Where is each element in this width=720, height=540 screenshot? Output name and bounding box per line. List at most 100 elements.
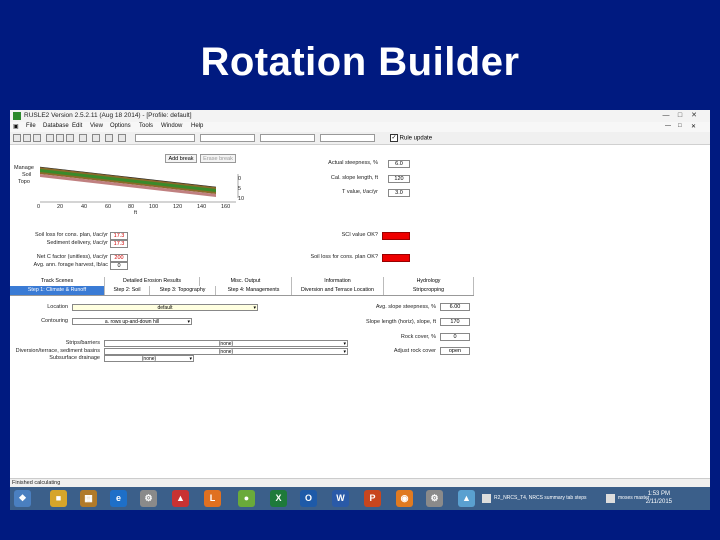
rule-update-toggle[interactable]: ✓ Rule update <box>390 134 432 142</box>
add-break-button[interactable]: Add break <box>165 154 197 163</box>
tab-stripcropping[interactable]: Stripcropping <box>384 286 474 295</box>
chevron-down-icon: ▾ <box>253 305 256 311</box>
tab-information[interactable]: Information <box>292 277 384 286</box>
explorer-icon[interactable]: ▦ <box>80 490 97 507</box>
firefox-icon[interactable]: ◉ <box>396 490 413 507</box>
strips-select[interactable]: (none) ▾ <box>104 340 348 347</box>
toolbar-select-4[interactable] <box>320 134 375 142</box>
t-value-field: 3.0 <box>388 189 410 197</box>
avg-slope-input[interactable]: 6.00 <box>440 303 470 311</box>
child-restore-icon[interactable]: □ <box>678 123 682 129</box>
copy-icon[interactable] <box>56 134 64 142</box>
lync-icon[interactable]: L <box>204 490 221 507</box>
child-close-icon[interactable]: ✕ <box>691 123 696 130</box>
toolbar-select-1[interactable] <box>135 134 195 142</box>
tabs-row-2: Step 1: Climate & Runoff Step 2: Soil St… <box>10 286 474 296</box>
paste-icon[interactable] <box>66 134 74 142</box>
tab-step-3[interactable]: Step 3: Topography <box>150 286 216 295</box>
menu-options[interactable]: Options <box>110 123 131 129</box>
slope-length-input[interactable]: 120 <box>388 175 410 183</box>
menu-file[interactable]: File <box>26 123 36 129</box>
subsurface-value: (none) <box>141 356 157 362</box>
menu-bar: ▣ File Database Edit View Options Tools … <box>10 122 710 132</box>
menu-view[interactable]: View <box>90 123 103 129</box>
menu-help[interactable]: Help <box>191 123 203 129</box>
soil-loss-value: 17.3 <box>110 232 128 240</box>
subsurface-select[interactable]: (none) ▾ <box>104 355 194 362</box>
maximize-icon[interactable]: □ <box>674 111 686 120</box>
subsurface-label: Subsurface drainage <box>49 355 100 361</box>
taskbar-window-2-label: moses master 01292015 <box>618 495 650 501</box>
chevron-down-icon: ▾ <box>187 319 190 325</box>
tab-hydrology[interactable]: Hydrology <box>384 277 474 286</box>
tab-step-1[interactable]: Step 1: Climate & Runoff <box>10 286 105 295</box>
toolbar-select-2[interactable] <box>200 134 255 142</box>
toolbar-select-3[interactable] <box>260 134 315 142</box>
save-icon[interactable] <box>23 134 31 142</box>
tab-step-4[interactable]: Step 4: Managements <box>216 286 292 295</box>
child-minimize-icon[interactable]: — <box>665 123 671 129</box>
actual-steepness-input[interactable]: 6.0 <box>388 160 410 168</box>
rule-update-label: Rule update <box>399 135 433 142</box>
menu-window[interactable]: Window <box>161 123 182 129</box>
location-label: Location <box>47 304 68 310</box>
x-tick: 120 <box>173 204 183 210</box>
adjust-rock-cover-label: Adjust rock cover <box>393 348 436 354</box>
window-title: RUSLE2 Version 2.5.2.11 (Aug 18 2014) - … <box>24 112 192 119</box>
tab-diversion-terrace[interactable]: Diversion and Terrace Location <box>292 286 384 295</box>
open-icon[interactable] <box>13 134 21 142</box>
slide-title: Rotation Builder <box>200 40 520 84</box>
menu-icon[interactable]: ▣ <box>13 123 19 130</box>
taskbar-window-1[interactable]: R2_NRCS_T4, NRCS summary tab steps 12192… <box>482 491 602 506</box>
net-c-label: Net C factor (unitless), t/ac/yr <box>36 254 108 260</box>
x-tick: 160 <box>221 204 231 210</box>
topo-label: Topo <box>18 179 30 185</box>
clock-time: 1:53 PM <box>647 491 671 497</box>
close-icon[interactable]: ✕ <box>688 111 700 120</box>
tab-track-scenes[interactable]: Track Scenes <box>10 277 105 286</box>
erase-break-button[interactable]: Erase break <box>200 154 236 163</box>
slope-length-label: Cal. slope length, ft <box>330 175 378 181</box>
diversion-select[interactable]: (none) ▾ <box>104 348 348 355</box>
tab-misc-output[interactable]: Misc. Output <box>200 277 292 286</box>
menu-tools[interactable]: Tools <box>139 123 153 129</box>
contouring-select[interactable]: a. rows up-and-down hill ▾ <box>72 318 192 325</box>
start-icon[interactable]: ❖ <box>14 490 31 507</box>
chart-icon[interactable] <box>92 134 100 142</box>
window-icon <box>606 494 615 503</box>
excel-icon[interactable]: X <box>270 490 287 507</box>
pdf-icon[interactable]: ▲ <box>172 490 189 507</box>
soil-label: Soil <box>22 172 32 178</box>
cut-icon[interactable] <box>46 134 54 142</box>
soil-loss-ok-label: Soil loss for cons. plan OK? <box>310 254 378 260</box>
tools-icon[interactable]: ⚙ <box>140 490 157 507</box>
location-select[interactable]: default ▾ <box>72 304 258 311</box>
word-icon[interactable]: W <box>332 490 349 507</box>
right-tick: 0 <box>238 176 242 182</box>
rusle2-icon[interactable]: ▲ <box>458 490 475 507</box>
minimize-icon[interactable]: — <box>660 111 672 120</box>
adjust-rock-cover-button[interactable]: open <box>440 347 470 355</box>
outlook-icon[interactable]: O <box>300 490 317 507</box>
settings-icon[interactable]: ⚙ <box>426 490 443 507</box>
print-icon[interactable] <box>33 134 41 142</box>
help-icon[interactable] <box>118 134 126 142</box>
tool-icon[interactable] <box>105 134 113 142</box>
soil-loss-label: Soil loss for cons. plan, t/ac/yr <box>34 232 108 238</box>
tab-step-2[interactable]: Step 2: Soil <box>105 286 150 295</box>
forage-harvest-value: 0 <box>110 262 128 270</box>
powerpoint-icon[interactable]: P <box>364 490 381 507</box>
internet-explorer-icon[interactable]: e <box>110 490 127 507</box>
tab-detailed-erosion[interactable]: Detailed Erosion Results <box>105 277 200 286</box>
undo-icon[interactable] <box>79 134 87 142</box>
rock-cover-input[interactable]: 0 <box>440 333 470 341</box>
checkbox-icon[interactable]: ✓ <box>390 134 398 142</box>
green-app-icon[interactable]: ● <box>238 490 255 507</box>
slope-length-horiz-input[interactable]: 170 <box>440 318 470 326</box>
diversion-value: (none) <box>218 349 234 355</box>
menu-database[interactable]: Database <box>43 123 69 129</box>
menu-edit[interactable]: Edit <box>72 123 82 129</box>
tabs-row-1: Track Scenes Detailed Erosion Results Mi… <box>10 277 474 286</box>
folder-icon[interactable]: ■ <box>50 490 67 507</box>
system-clock[interactable]: 1:53 PM 2/11/2015 <box>646 490 672 506</box>
